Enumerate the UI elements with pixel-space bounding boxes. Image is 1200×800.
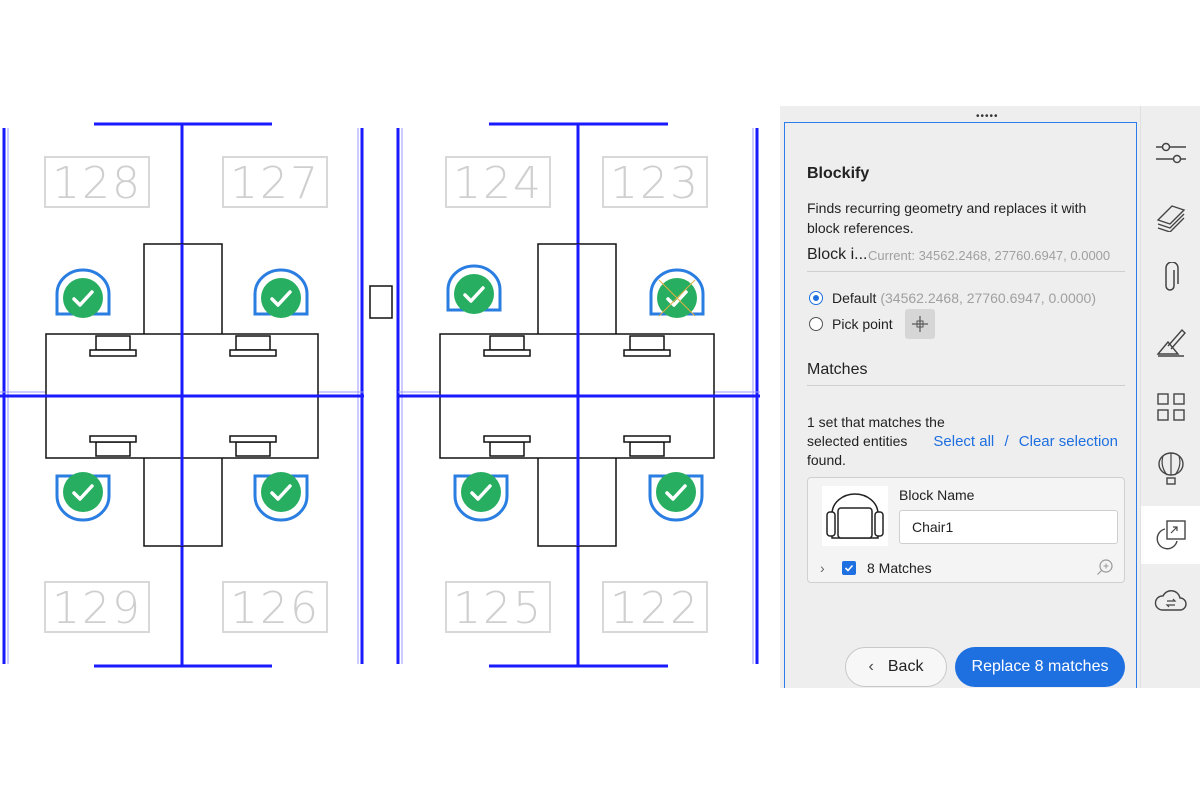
matches-heading: Matches [807, 361, 868, 378]
chevron-left-icon: ‹ [868, 658, 874, 675]
room-label-126: 126 [222, 581, 328, 634]
match-set-checkbox[interactable] [842, 561, 856, 575]
properties-button[interactable] [1141, 124, 1200, 182]
room-label-123: 123 [602, 156, 708, 209]
column [369, 285, 393, 319]
expand-chevron-icon[interactable]: › [820, 560, 830, 576]
attachments-icon [1165, 262, 1179, 291]
pick-point-button[interactable] [904, 309, 935, 339]
right-toolbar [1140, 106, 1200, 688]
insertion-current-value: Current: 34562.2468, 27760.6947, 0.0000 [868, 248, 1111, 263]
block-name-input[interactable]: Chair1 [899, 510, 1118, 544]
blockify-panel: ••••• Blockify Finds recurring geometry … [780, 106, 1140, 688]
blockify-icon [1156, 520, 1186, 550]
balloon-icon [1158, 452, 1184, 485]
default-radio-row[interactable]: Default (34562.2468, 27760.6947, 0.0000) [809, 290, 1096, 306]
panel-description: Finds recurring geometry and replaces it… [807, 200, 1087, 236]
match-count-label: 8 Matches [867, 560, 932, 576]
selection-links: Select all / Clear selection [933, 433, 1118, 450]
crosshair-icon [911, 316, 928, 332]
layers-icon [1156, 205, 1186, 232]
block-insertion-heading: Block i... [807, 246, 868, 263]
back-label: Back [887, 658, 924, 675]
draw-icon [1156, 328, 1186, 357]
blockify-panel-body: Blockify Finds recurring geometry and re… [784, 122, 1137, 688]
block-thumbnail [822, 486, 888, 546]
pick-point-radio[interactable] [809, 317, 823, 331]
attachments-button[interactable] [1141, 250, 1200, 308]
layers-button[interactable] [1141, 188, 1200, 246]
floor-plan [0, 122, 760, 668]
match-set-card: Block Name Chair1 › 8 Matches [807, 477, 1125, 583]
room-label-122: 122 [602, 581, 708, 634]
blocks-icon [1157, 393, 1185, 421]
back-button[interactable]: ‹ Back [845, 647, 947, 687]
default-label: Default [832, 290, 877, 306]
drawing-canvas[interactable]: 128 127 124 123 129 126 125 122 [0, 0, 780, 800]
room-label-127: 127 [222, 156, 328, 209]
properties-icon [1156, 142, 1186, 164]
matches-summary: 1 set that matches the selected entities… [807, 414, 945, 468]
select-all-link[interactable]: Select all [933, 433, 994, 450]
clear-selection-link[interactable]: Clear selection [1019, 433, 1118, 450]
chair-block-preview [826, 493, 884, 539]
match-set-footer: › 8 Matches [820, 560, 932, 576]
room-label-128: 128 [44, 156, 150, 209]
room-label-129: 129 [44, 581, 150, 634]
cloud-sync-button[interactable] [1141, 572, 1200, 630]
blockify-button[interactable] [1141, 506, 1200, 564]
panel-resize-grip[interactable]: ••••• [976, 112, 999, 122]
block-name-label: Block Name [899, 487, 975, 503]
cloud-sync-icon [1154, 590, 1187, 611]
replace-matches-button[interactable]: Replace 8 matches [955, 647, 1125, 687]
pick-point-label: Pick point [832, 316, 893, 332]
pick-point-radio-row[interactable]: Pick point [809, 309, 935, 339]
balloon-button[interactable] [1141, 440, 1200, 498]
zoom-to-icon[interactable] [1096, 558, 1114, 581]
draw-button[interactable] [1141, 314, 1200, 372]
checkmark-icon [844, 564, 854, 572]
blocks-button[interactable] [1141, 378, 1200, 436]
default-value: (34562.2468, 27760.6947, 0.0000) [880, 290, 1096, 306]
room-label-125: 125 [445, 581, 551, 634]
default-radio[interactable] [809, 291, 823, 305]
panel-title: Blockify [807, 165, 870, 182]
link-separator: / [1004, 433, 1009, 450]
room-label-124: 124 [445, 156, 551, 209]
